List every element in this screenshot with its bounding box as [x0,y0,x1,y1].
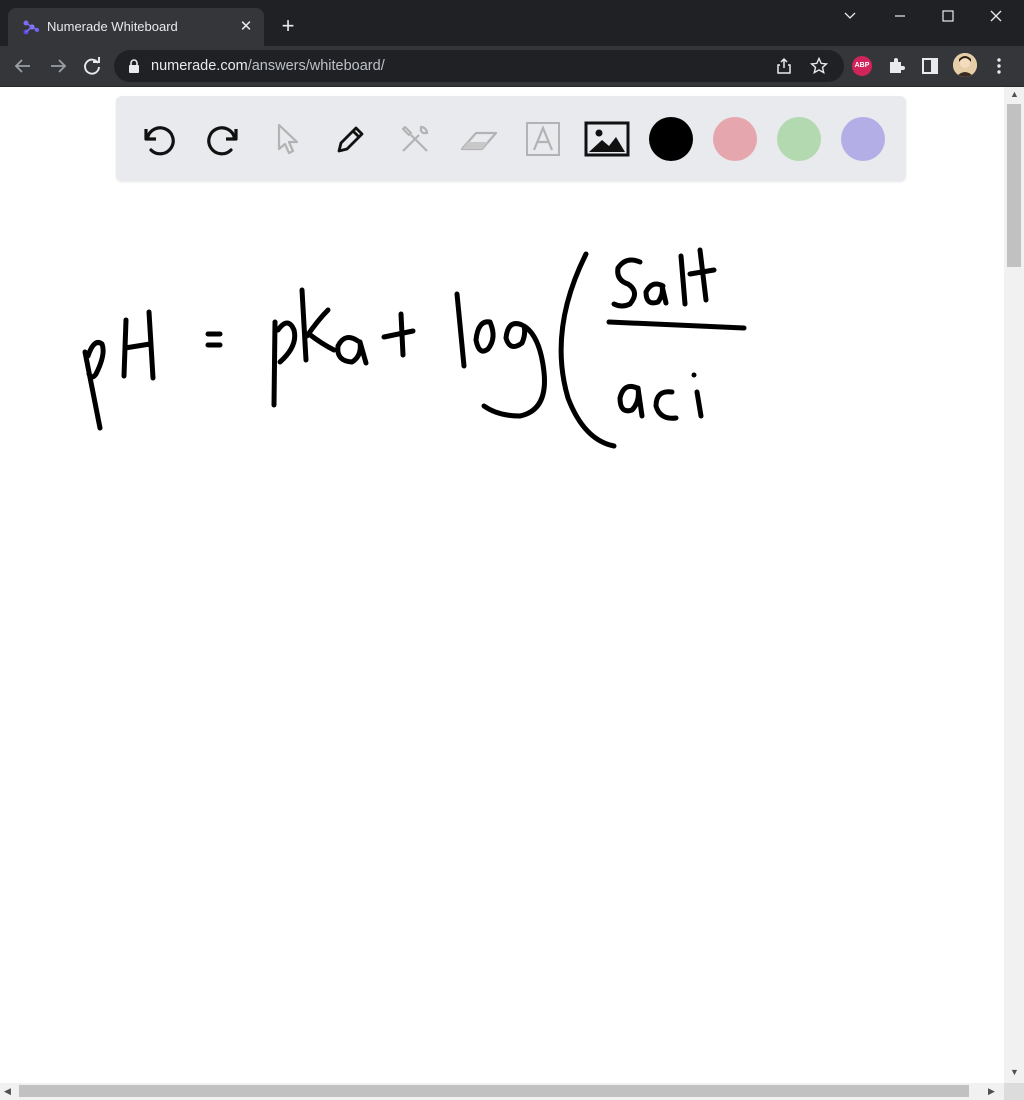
ink-i-dot [691,372,697,378]
new-tab-button[interactable]: + [276,14,300,38]
close-window-button[interactable] [972,0,1020,32]
ink-t [687,247,717,303]
scroll-up-arrow-icon[interactable]: ▲ [1010,89,1019,99]
back-arrow-icon[interactable] [11,54,35,78]
lock-icon [129,59,139,73]
chevron-down-icon [844,12,856,19]
scroll-left-arrow-icon[interactable]: ◀ [4,1086,11,1097]
scrollbar-corner [1004,1083,1024,1100]
tab-close-icon[interactable]: ✕ [236,17,256,37]
ink-fraction-bar [606,319,747,331]
bookmark-star-icon[interactable] [810,57,828,75]
address-bar[interactable]: numerade.com/answers/whiteboard/ [114,50,844,82]
side-panel-icon[interactable] [920,56,940,76]
close-icon [990,10,1002,22]
whiteboard-canvas[interactable] [0,87,1004,1083]
ink-c [653,389,679,421]
browser-toolbar: numerade.com/answers/whiteboard/ ABP [0,46,1024,87]
person-icon [953,53,977,77]
ink-a2 [643,281,669,306]
ink-a [335,334,369,366]
maximize-icon [942,10,954,22]
reload-icon[interactable] [80,54,104,78]
url-path: /answers/whiteboard/ [247,58,385,74]
scroll-right-arrow-icon[interactable]: ▶ [988,1086,995,1097]
url-text: numerade.com/answers/whiteboard/ [151,58,385,74]
tab-search-button[interactable] [826,0,874,32]
url-host: numerade.com [151,58,248,74]
browser-tab[interactable]: Numerade Whiteboard ✕ [8,8,264,46]
tab-strip: Numerade Whiteboard ✕ + [0,0,1024,46]
ink-H [121,309,156,381]
adblock-plus-icon[interactable]: ABP [852,56,872,76]
ink-K [299,287,337,363]
minimize-icon [895,15,905,17]
ink-p [82,340,106,431]
share-icon[interactable] [775,57,793,75]
menu-kebab-icon[interactable] [989,56,1009,76]
ink-equals [205,331,223,348]
ink-S [611,257,643,309]
minimize-button[interactable] [876,0,924,32]
ink-l2 [678,253,688,307]
vertical-scroll-thumb[interactable] [1007,104,1021,267]
maximize-button[interactable] [924,0,972,32]
ink-i [694,389,704,419]
ink-plus [381,311,416,358]
extensions-puzzle-icon[interactable] [886,56,906,76]
scroll-down-arrow-icon[interactable]: ▼ [1010,1067,1019,1077]
forward-arrow-icon[interactable] [46,54,70,78]
tab-title: Numerade Whiteboard [47,19,178,34]
profile-avatar[interactable] [953,53,977,77]
ink-paren [558,251,617,449]
vertical-scrollbar[interactable]: ▲ ▼ [1004,87,1024,1083]
numerade-logo-icon [23,20,40,35]
handwritten-equation [82,247,747,449]
horizontal-scrollbar[interactable]: ◀ ▶ [0,1083,1004,1100]
ink-a3 [617,383,645,419]
ink-p2 [271,319,298,408]
ink-l [454,291,467,369]
ink-o [473,319,496,354]
horizontal-scroll-thumb[interactable] [19,1085,969,1097]
